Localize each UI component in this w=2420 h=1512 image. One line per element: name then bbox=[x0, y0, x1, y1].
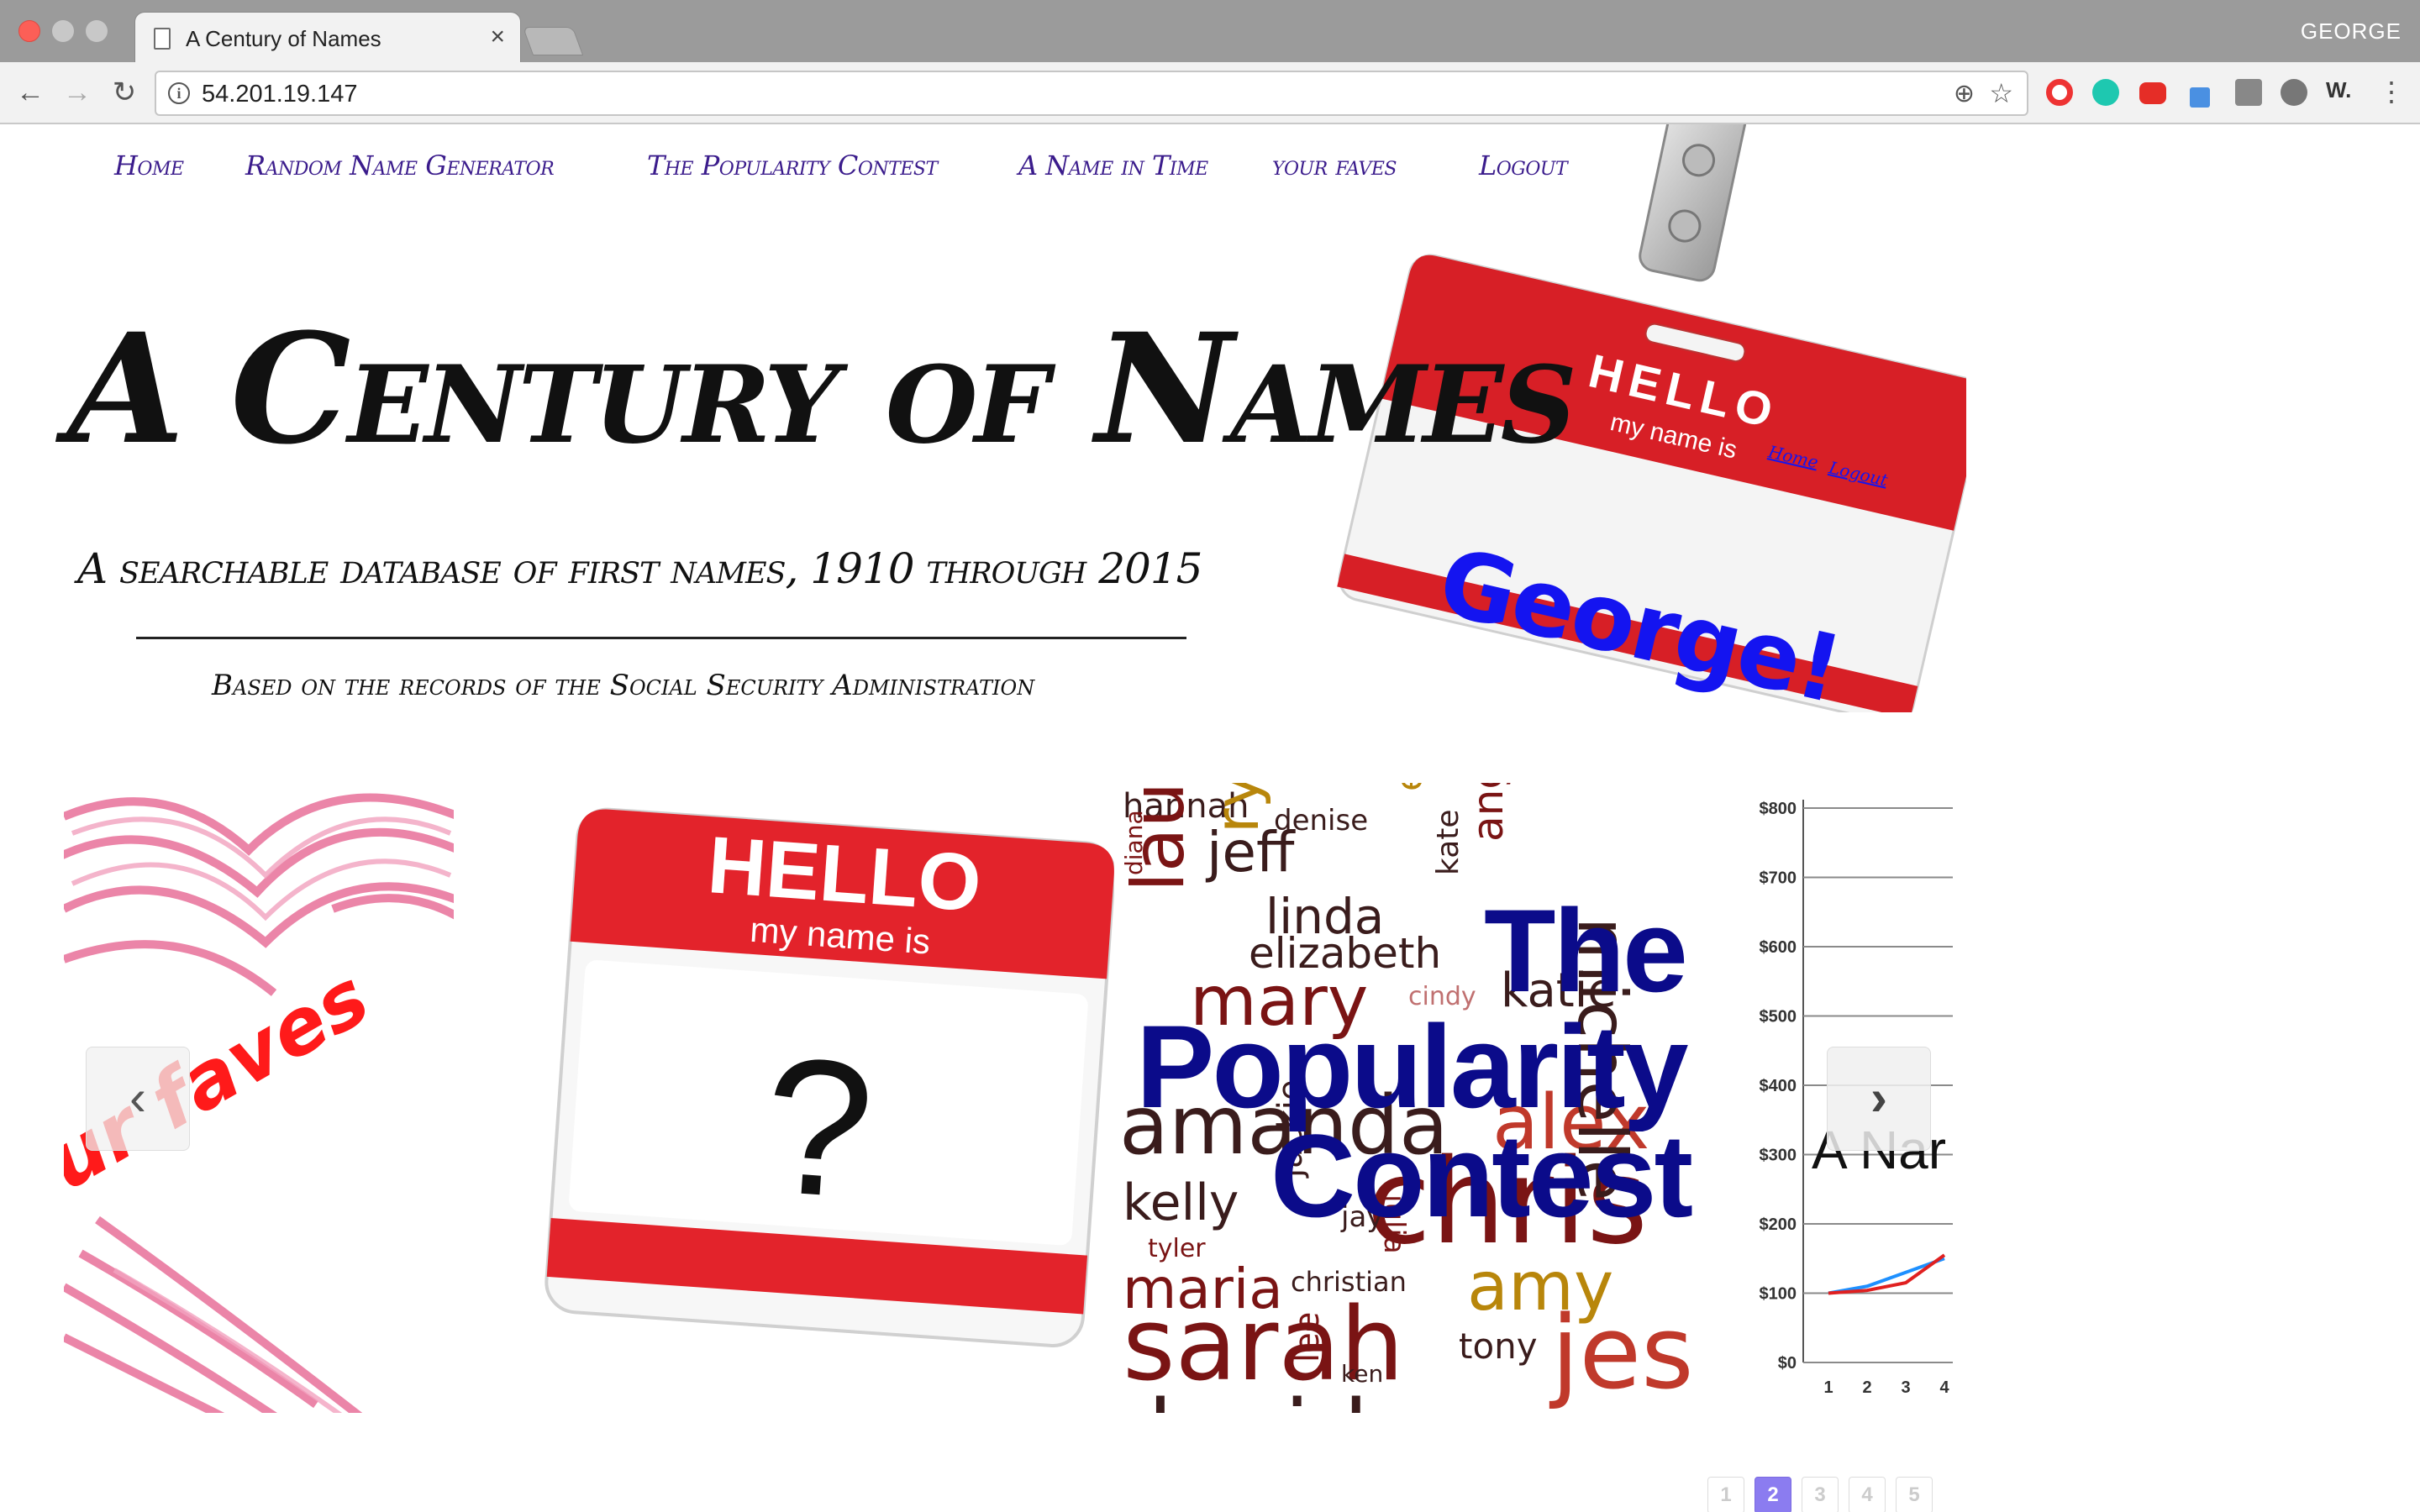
cloud-word: tony bbox=[1459, 1326, 1538, 1367]
browser-toolbar: ← → ↻ i 54.201.19.147 ⊕ ☆ W. ⋮ bbox=[0, 62, 2420, 124]
eyedropper-extension-icon[interactable] bbox=[2190, 87, 2210, 108]
forward-icon[interactable]: → bbox=[59, 74, 96, 111]
carousel-page-2[interactable]: 2 bbox=[1754, 1477, 1791, 1512]
chart-y-tick-label: $300 bbox=[1760, 1147, 1797, 1165]
carousel-page-4[interactable]: 4 bbox=[1849, 1477, 1886, 1512]
chart-y-tick-label: $100 bbox=[1760, 1285, 1797, 1304]
pop-title-line-2: Popularity bbox=[1136, 1000, 1689, 1132]
chart-y-tick-label: $0 bbox=[1778, 1354, 1797, 1373]
tab-close-icon[interactable]: × bbox=[490, 23, 505, 51]
pop-title-line-1: The bbox=[1484, 885, 1688, 1016]
question-mark-text: ? bbox=[757, 1016, 880, 1239]
reload-icon[interactable]: ↻ bbox=[106, 74, 143, 111]
divider bbox=[136, 637, 1186, 639]
youtube-extension-icon[interactable] bbox=[2139, 82, 2166, 104]
chart-y-tick-label: $400 bbox=[1760, 1077, 1797, 1095]
cloud-word: laura bbox=[1117, 783, 1201, 892]
address-bar[interactable]: i 54.201.19.147 ⊕ ☆ bbox=[155, 71, 2028, 116]
film-extension-icon[interactable] bbox=[2281, 79, 2307, 106]
zoom-icon[interactable]: ⊕ bbox=[1954, 79, 1975, 108]
chart-y-tick-label: $600 bbox=[1760, 938, 1797, 957]
nav-your-faves[interactable]: your faves bbox=[1272, 150, 1397, 181]
nav-home[interactable]: Home bbox=[114, 150, 184, 181]
random-hello-text: HELLO bbox=[705, 820, 984, 928]
info-icon[interactable]: i bbox=[168, 82, 190, 104]
back-icon[interactable]: ← bbox=[12, 74, 49, 111]
url-text[interactable]: 54.201.19.147 bbox=[202, 81, 357, 108]
nav-name-in-time[interactable]: A Name in Time bbox=[1018, 150, 1208, 181]
chart-y-tick-label: $500 bbox=[1760, 1008, 1797, 1026]
carousel-page-5[interactable]: 5 bbox=[1896, 1477, 1933, 1512]
browser-menu-icon[interactable]: ⋮ bbox=[2378, 76, 2405, 108]
minimize-window-button[interactable] bbox=[52, 20, 74, 42]
site-title: A Century of Names bbox=[67, 301, 1577, 478]
chart-series-line-2 bbox=[1828, 1253, 1946, 1295]
nav-popularity-contest[interactable]: The Popularity Contest bbox=[647, 150, 938, 181]
carousel-prev-button[interactable]: ‹ bbox=[86, 1047, 190, 1151]
cloud-word: kate bbox=[1431, 809, 1465, 875]
pop-title-line-3: Contest bbox=[1270, 1110, 1693, 1242]
profile-name[interactable]: GEORGE bbox=[2301, 18, 2402, 45]
bookmark-star-icon[interactable]: ☆ bbox=[1989, 77, 2013, 109]
chart-y-tick-label: $800 bbox=[1760, 800, 1797, 818]
slide-popularity-contest[interactable]: hannahdenisejeffemmaryankateangeladianal… bbox=[1114, 783, 1786, 1413]
chart-x-tick-label: 3 bbox=[1901, 1378, 1910, 1397]
mercury-extension-icon[interactable] bbox=[2092, 79, 2119, 106]
chart-x-tick-label: 4 bbox=[1939, 1378, 1949, 1397]
browser-tab[interactable]: A Century of Names × bbox=[134, 12, 521, 64]
chart-y-tick-label: $200 bbox=[1760, 1215, 1797, 1234]
zoom-window-button[interactable] bbox=[86, 20, 108, 42]
cloud-word: lee bbox=[1288, 1311, 1327, 1362]
carousel-page-3[interactable]: 3 bbox=[1802, 1477, 1839, 1512]
cloud-word: kelly bbox=[1123, 1173, 1239, 1232]
carousel-next-button[interactable]: › bbox=[1827, 1047, 1931, 1151]
tab-title: A Century of Names bbox=[186, 26, 381, 51]
hello-badge-question-graphic: HELLO my name is ? bbox=[544, 807, 1116, 1347]
chart-x-tick-label: 1 bbox=[1823, 1378, 1833, 1397]
slide-random-name-generator[interactable]: HELLO my name is ? bbox=[484, 783, 1173, 1413]
nav-logout[interactable]: Logout bbox=[1479, 150, 1568, 181]
cloud-word: ryan bbox=[1202, 783, 1272, 833]
carousel-page-1[interactable]: 1 bbox=[1707, 1477, 1744, 1512]
site-subtagline: Based on the records of the Social Secur… bbox=[212, 669, 1035, 702]
browser-titlebar: A Century of Names × GEORGE bbox=[0, 0, 2420, 64]
font-extension-icon[interactable] bbox=[2235, 79, 2262, 106]
page-icon bbox=[154, 28, 171, 50]
carousel-pagination: 1 2 3 4 5 bbox=[1707, 1477, 1933, 1512]
new-tab-button[interactable] bbox=[522, 27, 584, 55]
cloud-word: jes bbox=[1551, 1295, 1694, 1412]
feature-carousel: ur faves HELLO my name is ? hannah denise… bbox=[64, 783, 1954, 1413]
site-tagline: A searchable database of first names, 19… bbox=[77, 544, 1202, 593]
badge-clip bbox=[1639, 124, 1749, 282]
close-window-button[interactable] bbox=[18, 20, 40, 42]
chart-x-tick-label: 2 bbox=[1862, 1378, 1871, 1397]
cloud-word: david bbox=[1114, 1388, 1369, 1413]
w-extension-icon[interactable]: W. bbox=[2326, 77, 2353, 104]
cloud-word: angela bbox=[1464, 783, 1512, 842]
page-content: HELLO my name is Home Random Name Genera… bbox=[0, 124, 2420, 1512]
chart-y-tick-label: $700 bbox=[1760, 869, 1797, 888]
nav-random-name-generator[interactable]: Random Name Generator bbox=[245, 150, 555, 181]
cloud-word: emma bbox=[1388, 783, 1431, 791]
opera-extension-icon[interactable] bbox=[2046, 79, 2073, 106]
